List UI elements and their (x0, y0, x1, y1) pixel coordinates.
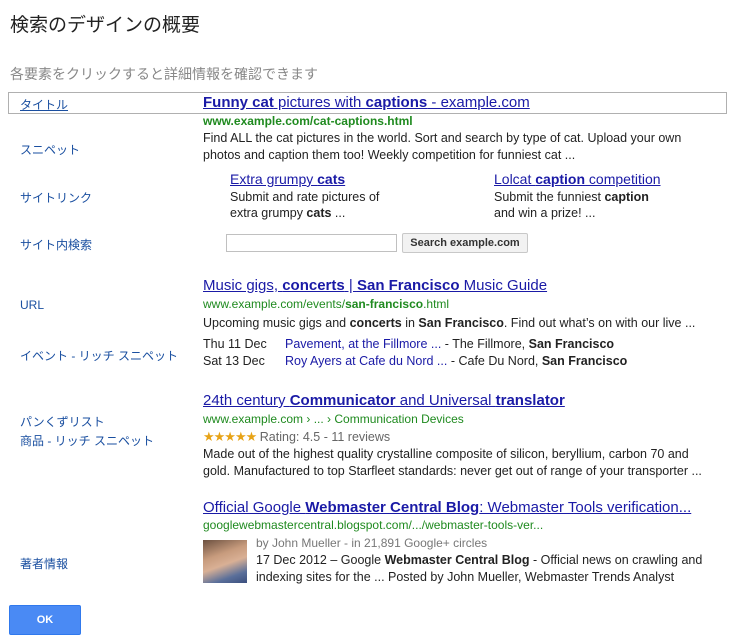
result3-title-part: 24th century (203, 392, 290, 409)
sitelink2-title-part: Lolcat (494, 171, 536, 187)
result4-snippet-line1: 17 Dec 2012 – Google Webmaster Central B… (256, 552, 702, 569)
label-author[interactable]: 著者情報 (20, 555, 68, 572)
rating-stars-icon: ★★★★★ (203, 429, 257, 444)
event-venue: - Cafe Du Nord, (447, 354, 542, 368)
result2-url-part: san-francisco (345, 297, 424, 311)
event-row: Thu 11 Dec Pavement, at the Fillmore ... … (203, 337, 614, 351)
result4-title-part: Webmaster Central Blog (305, 499, 480, 516)
dialog-title: 検索のデザインの概要 (10, 15, 201, 36)
result1-title-part: - example.com (427, 94, 530, 111)
result1-snippet-line2: photos and caption them too! Weekly comp… (203, 148, 576, 162)
sitelink2-desc-part: Submit the funniest (494, 190, 605, 204)
result1-snippet-line1: Find ALL the cat pictures in the world. … (203, 131, 682, 145)
result2-snippet-part: Upcoming music gigs and (203, 316, 350, 330)
breadcrumb-part: › ... › (303, 412, 335, 426)
rating-text: Rating: 4.5 - 11 reviews (259, 430, 391, 444)
sitelink1-desc-part: cats (306, 206, 332, 220)
result3-title[interactable]: 24th century Communicator and Universal … (203, 392, 565, 409)
sitelink2-title-part: caption (535, 171, 586, 187)
event-date: Sat 13 Dec (203, 354, 265, 368)
sitelink-extra-grumpy-cats[interactable]: Extra grumpy cats (230, 171, 345, 187)
result2-snippet: Upcoming music gigs and concerts in San … (203, 315, 695, 332)
event-city: San Francisco (541, 354, 628, 368)
result2-title[interactable]: Music gigs, concerts | San Francisco Mus… (203, 277, 547, 294)
site-search-input[interactable] (226, 234, 397, 252)
sitelink1-description: Submit and rate pictures of extra grumpy… (230, 189, 379, 221)
result4-snippet-line2: indexing sites for the ... Posted by Joh… (256, 570, 675, 584)
sitelink2-desc-part: caption (604, 190, 649, 204)
result1-url: www.example.com/cat-captions.html (203, 114, 413, 128)
label-breadcrumbs[interactable]: パンくずリスト (20, 413, 105, 430)
result2-url-part: .html (423, 297, 450, 311)
sitelink1-desc-part: ... (331, 206, 346, 220)
result1-title-part: pictures with (273, 94, 366, 111)
sitelink2-description: Submit the funniest caption and win a pr… (494, 189, 649, 221)
label-events-rich-snippet[interactable]: イベント - リッチ スニペット (20, 347, 178, 364)
result1-title[interactable]: Funny cat pictures with captions - examp… (203, 94, 530, 111)
sitelink2-title-part: competition (585, 171, 661, 187)
breadcrumb-part[interactable]: Communication Devices (334, 412, 463, 426)
result2-title-part: Music Guide (459, 277, 548, 294)
event-link[interactable]: Roy Ayers at Cafe du Nord ... (285, 354, 447, 368)
sitelink-lolcat-caption-competition[interactable]: Lolcat caption competition (494, 171, 661, 187)
result3-breadcrumb: www.example.com › ... › Communication De… (203, 412, 464, 426)
result3-snippet: Made out of the highest quality crystall… (203, 446, 702, 480)
label-snippet[interactable]: スニペット (20, 141, 80, 158)
result1-url-text: www.example.com/cat-captions.html (203, 114, 413, 128)
result1-title-part: Funny cat (203, 94, 274, 111)
result2-title-part: concerts (282, 277, 345, 294)
sitelink1-title-part: Extra grumpy (230, 171, 318, 187)
result2-title-part: San Francisco (356, 277, 460, 294)
sitelink1-desc-part: extra grumpy (230, 206, 307, 220)
result4-title-part: : Webmaster Tools verification... (479, 499, 692, 516)
result4-url: googlewebmastercentral.blogspot.com/.../… (203, 518, 544, 532)
label-url[interactable]: URL (20, 298, 44, 312)
result3-rating: ★★★★★ Rating: 4.5 - 11 reviews (203, 429, 390, 445)
sitelink2-desc-line1: Submit the funniest caption (494, 189, 649, 205)
sitelink1-desc-line2: extra grumpy cats ... (230, 205, 379, 221)
sitelink1-desc-line1: Submit and rate pictures of (230, 190, 380, 204)
result3-snippet-line1: Made out of the highest quality crystall… (203, 447, 689, 461)
breadcrumb-part[interactable]: www.example.com (203, 412, 303, 426)
ok-button[interactable]: OK (9, 605, 81, 635)
result3-title-part: and Universal (395, 392, 496, 409)
label-title[interactable]: タイトル (20, 96, 68, 113)
result4-snippet-part: 17 Dec 2012 – Google (256, 553, 385, 567)
result4-title-part: Official Google (203, 499, 306, 516)
label-site-search[interactable]: サイト内検索 (20, 236, 92, 253)
event-date: Thu 11 Dec (203, 337, 267, 351)
result2-snippet-part: in (401, 316, 419, 330)
result4-snippet-part: Webmaster Central Blog (384, 553, 530, 567)
result3-title-part: translator (495, 392, 565, 409)
instruction-text: 各要素をクリックすると詳細情報を確認できます (10, 66, 318, 82)
result2-snippet-part: San Francisco (418, 316, 504, 330)
site-search-button[interactable]: Search example.com (402, 233, 528, 253)
result2-snippet-part: concerts (349, 316, 402, 330)
result4-snippet-part: - Official news on crawling and (529, 553, 703, 567)
event-row: Sat 13 Dec Roy Ayers at Cafe du Nord ... … (203, 354, 627, 368)
result4-snippet: 17 Dec 2012 – Google Webmaster Central B… (256, 552, 702, 586)
result2-title-part: | (344, 277, 357, 294)
result4-title[interactable]: Official Google Webmaster Central Blog: … (203, 499, 691, 516)
author-byline: by John Mueller - in 21,891 Google+ circ… (256, 536, 488, 550)
result2-snippet-part: . Find out what’s on with our live ... (503, 316, 696, 330)
author-avatar (203, 540, 247, 583)
label-product-rich-snippet[interactable]: 商品 - リッチ スニペット (20, 432, 154, 449)
result2-url-part: www.example.com/events/ (203, 297, 346, 311)
sitelink1-title-part: cats (317, 171, 346, 187)
event-venue: - The Fillmore, (441, 337, 529, 351)
result3-title-part: Communicator (289, 392, 396, 409)
sitelink2-desc-line2: and win a prize! ... (494, 206, 596, 220)
result1-title-part: captions (365, 94, 428, 111)
result3-snippet-line2: gold. Manufactured to top Starfleet stan… (203, 464, 702, 478)
event-link[interactable]: Pavement, at the Fillmore ... (285, 337, 441, 351)
result2-url: www.example.com/events/san-francisco.htm… (203, 297, 449, 311)
result2-title-part: Music gigs, (203, 277, 283, 294)
event-city: San Francisco (528, 337, 615, 351)
label-sitelinks[interactable]: サイトリンク (20, 189, 92, 206)
result1-snippet: Find ALL the cat pictures in the world. … (203, 130, 681, 164)
